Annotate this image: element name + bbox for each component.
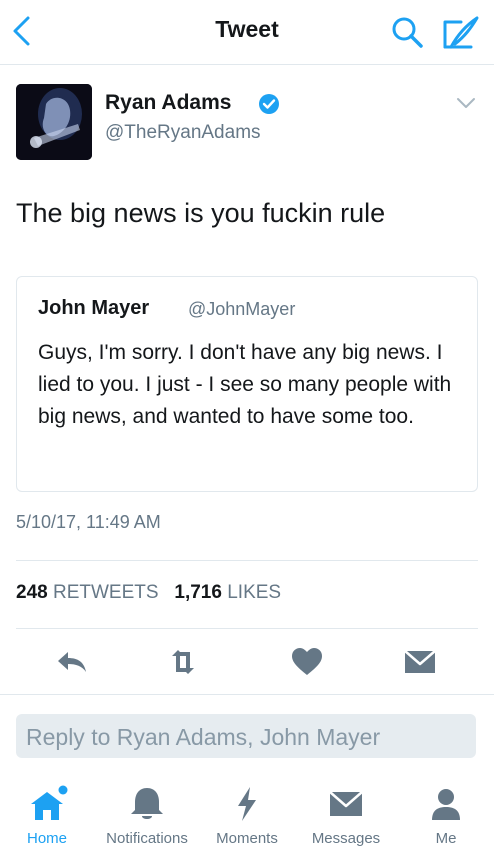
timestamp: 5/10/17, 11:49 AM (16, 512, 161, 532)
compose-icon[interactable] (441, 14, 481, 50)
like-count[interactable]: 1,716 (174, 582, 222, 603)
verified-badge-icon (259, 94, 279, 114)
divider (16, 628, 478, 629)
tab-me-label: Me (435, 830, 457, 847)
divider (16, 560, 478, 561)
tab-moments-label: Moments (216, 830, 278, 847)
likes-label[interactable]: LIKES (227, 582, 281, 603)
reply-input[interactable]: Reply to Ryan Adams, John Mayer (16, 714, 476, 758)
quoted-author-handle: @JohnMayer (188, 299, 296, 319)
quoted-tweet-card[interactable]: John Mayer @JohnMayer Guys, I'm sorry. I… (16, 276, 478, 492)
tab-notifications-label: Notifications (106, 830, 188, 847)
reply-placeholder: Reply to Ryan Adams, John Mayer (26, 724, 381, 750)
avatar[interactable] (16, 84, 92, 160)
tab-home[interactable]: Home (0, 784, 97, 847)
quoted-tweet-text: Guys, I'm sorry. I don't have any big ne… (38, 341, 452, 428)
person-icon (432, 789, 460, 820)
engagement-stats: 248 RETWEETS 1,716 LIKES (16, 582, 281, 604)
tab-home-label: Home (26, 830, 67, 847)
tab-me[interactable]: Me (396, 784, 494, 847)
reply-icon[interactable] (56, 646, 90, 678)
divider (0, 694, 494, 695)
tab-notifications[interactable]: Notifications (97, 784, 197, 847)
tab-moments[interactable]: Moments (197, 784, 297, 847)
retweet-count[interactable]: 248 (16, 582, 48, 603)
tweet-text: The big news is you fuckin rule (16, 198, 386, 228)
envelope-icon (329, 791, 363, 816)
quoted-author-name: John Mayer (38, 297, 150, 319)
retweet-icon[interactable] (166, 646, 200, 678)
bell-icon (131, 788, 163, 819)
tab-messages[interactable]: Messages (296, 784, 396, 847)
like-heart-icon[interactable] (290, 646, 324, 678)
author-name[interactable]: Ryan Adams (105, 91, 231, 115)
lightning-icon (238, 787, 256, 821)
retweets-label[interactable]: RETWEETS (53, 582, 159, 603)
home-icon (31, 785, 68, 820)
search-icon[interactable] (389, 14, 425, 50)
author-handle[interactable]: @TheRyanAdams (105, 122, 261, 144)
chevron-down-icon[interactable] (456, 96, 476, 110)
direct-message-icon[interactable] (403, 646, 437, 678)
top-bar: Tweet (0, 0, 494, 65)
tab-messages-label: Messages (311, 830, 381, 847)
